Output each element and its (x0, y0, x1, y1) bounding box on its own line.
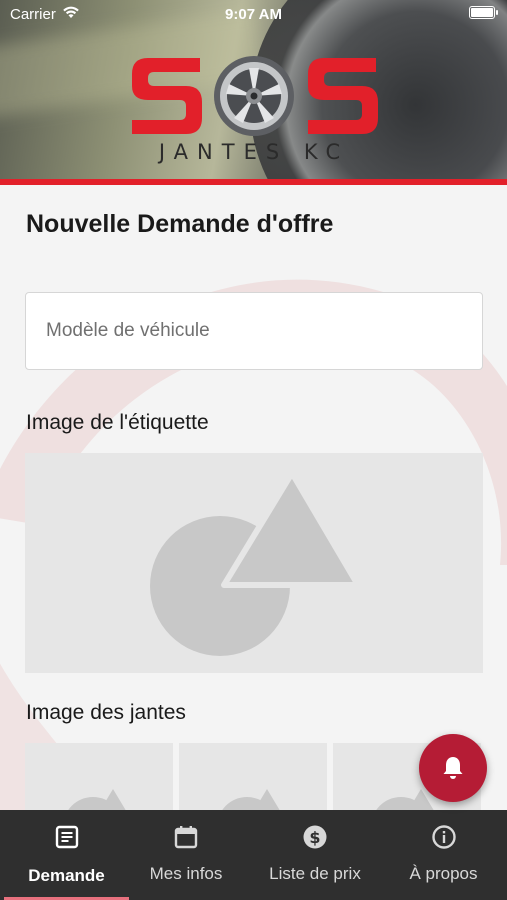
document-icon (55, 825, 78, 849)
nav-label: Demande (28, 866, 105, 885)
wifi-icon (62, 5, 80, 23)
page-title: Nouvelle Demande d'offre (26, 210, 334, 238)
bell-icon (443, 757, 463, 779)
status-bar: Carrier 9:07 AM (0, 0, 507, 30)
image-placeholder-icon (68, 789, 126, 810)
nav-item-liste-de-prix[interactable]: $ Liste de prix (250, 810, 380, 900)
label-image-picker[interactable] (25, 453, 483, 673)
nav-item-a-propos[interactable]: À propos (380, 810, 507, 900)
nav-item-demande[interactable]: Demande (0, 810, 133, 900)
vehicle-model-field[interactable] (25, 292, 483, 370)
carrier-label: Carrier (10, 6, 56, 23)
info-icon (431, 825, 456, 849)
nav-label: Mes infos (149, 864, 223, 883)
nav-item-mes-infos[interactable]: Mes infos (123, 810, 249, 900)
notifications-button[interactable] (419, 734, 487, 802)
nav-label: À propos (409, 864, 478, 883)
battery-icon (469, 6, 498, 19)
svg-text:$: $ (309, 828, 320, 847)
brand-logo: JANTES KC (128, 52, 380, 164)
rim-image-picker-2[interactable] (179, 743, 327, 810)
image-placeholder-icon (150, 470, 361, 656)
calendar-icon (174, 826, 198, 849)
header-banner: Carrier 9:07 AM JANTES KC (0, 0, 507, 185)
clock: 9:07 AM (225, 6, 282, 23)
rim-image-picker-1[interactable] (25, 743, 173, 810)
vehicle-model-input[interactable] (26, 293, 482, 369)
dollar-icon: $ (303, 825, 327, 849)
nav-label: Liste de prix (269, 864, 361, 883)
bottom-navigation: Demande Mes infos $ Liste de prix À prop… (0, 810, 507, 900)
image-placeholder-icon (222, 789, 280, 810)
rims-image-heading: Image des jantes (26, 701, 186, 724)
logo-graphic (132, 56, 378, 136)
request-form[interactable]: Nouvelle Demande d'offre Image de l'étiq… (0, 185, 507, 810)
brand-subtitle: JANTES KC (158, 140, 350, 164)
label-image-heading: Image de l'étiquette (26, 411, 209, 434)
